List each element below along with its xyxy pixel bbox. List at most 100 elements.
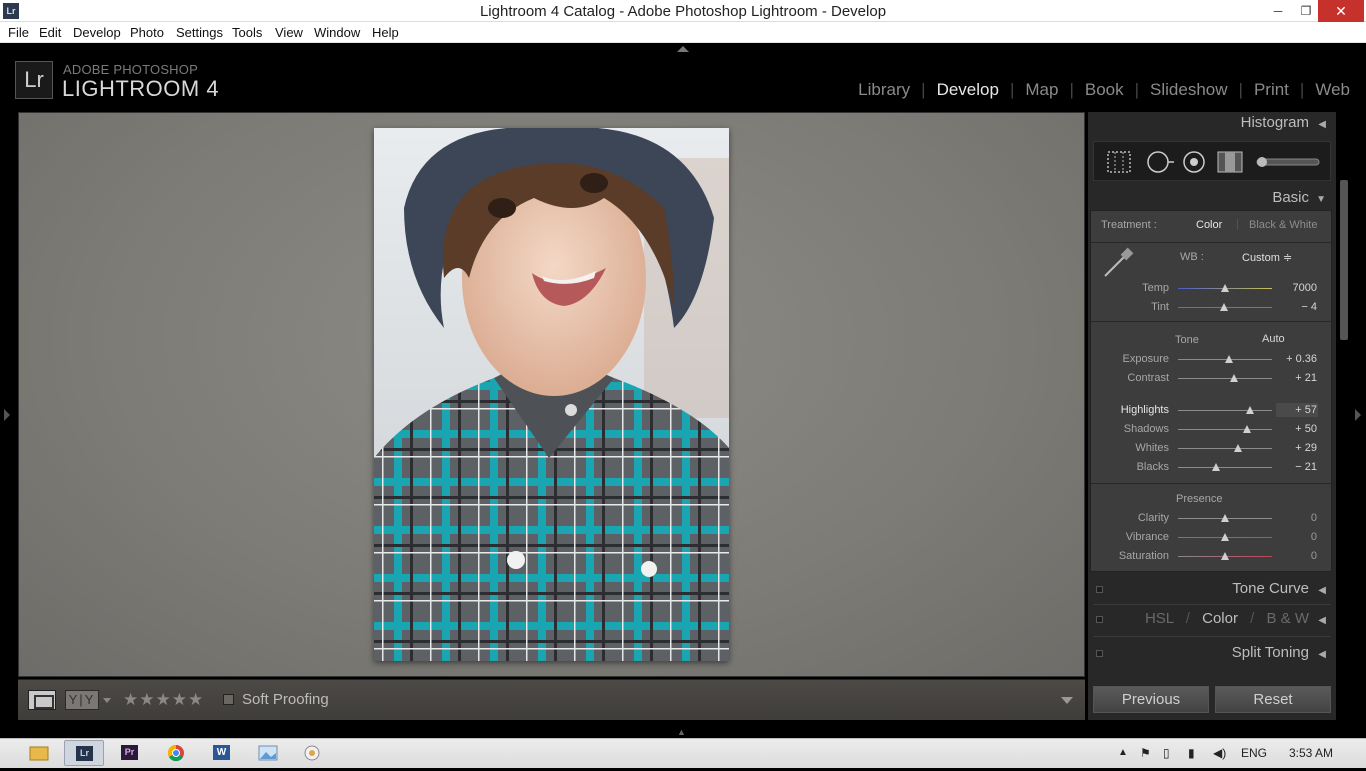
- slider-thumb[interactable]: [1221, 533, 1229, 541]
- expand-filmstrip-icon[interactable]: ▲: [677, 727, 686, 737]
- slider-value-field[interactable]: + 0.36: [1269, 353, 1317, 365]
- module-map[interactable]: Map: [1025, 80, 1058, 100]
- panel-toggle-switch[interactable]: [1096, 616, 1103, 623]
- slider-value-field[interactable]: 7000: [1269, 282, 1317, 294]
- maximize-button[interactable]: ❐: [1292, 0, 1320, 22]
- star-rating[interactable]: ★★★★★: [123, 690, 204, 710]
- menu-view[interactable]: View: [275, 25, 303, 40]
- slider-thumb[interactable]: [1221, 284, 1229, 292]
- slider-thumb[interactable]: [1234, 444, 1242, 452]
- slider-value-field[interactable]: − 21: [1269, 461, 1317, 473]
- expand-left-panel-icon[interactable]: [4, 409, 10, 421]
- right-panel-scrollbar[interactable]: [1340, 180, 1348, 340]
- slider-label: Tint: [1151, 301, 1169, 313]
- menu-edit[interactable]: Edit: [39, 25, 61, 40]
- menu-tools[interactable]: Tools: [232, 25, 262, 40]
- previous-button[interactable]: Previous: [1093, 686, 1209, 713]
- adjustment-brush-icon[interactable]: [1256, 157, 1320, 167]
- panel-hsl-header[interactable]: HSL / Color / B & W ◀: [1093, 610, 1331, 632]
- slider-thumb[interactable]: [1225, 355, 1233, 363]
- slider-value-field[interactable]: + 57: [1269, 404, 1317, 416]
- volume-icon[interactable]: ◀): [1213, 746, 1226, 760]
- spot-removal-icon[interactable]: [1147, 151, 1174, 173]
- slider-thumb[interactable]: [1246, 406, 1254, 414]
- minimize-button[interactable]: ─: [1264, 0, 1292, 22]
- slider-track[interactable]: [1178, 429, 1272, 430]
- slider-value-field[interactable]: + 50: [1269, 423, 1317, 435]
- module-library[interactable]: Library: [858, 80, 910, 100]
- treatment-bw-option[interactable]: Black & White: [1249, 219, 1317, 231]
- toolbar-content-menu-icon[interactable]: [1061, 697, 1073, 704]
- slider-thumb[interactable]: [1221, 514, 1229, 522]
- collapse-top-panel-icon[interactable]: [677, 46, 689, 52]
- panel-tone-curve-header[interactable]: Tone Curve ◀: [1093, 580, 1331, 602]
- wb-preset-select[interactable]: Custom ≑: [1242, 251, 1292, 264]
- slider-track[interactable]: [1178, 448, 1272, 449]
- module-print[interactable]: Print: [1254, 80, 1289, 100]
- menu-window[interactable]: Window: [314, 25, 360, 40]
- chrome-icon[interactable]: [156, 740, 196, 766]
- menu-help[interactable]: Help: [372, 25, 399, 40]
- photo-preview[interactable]: [374, 128, 729, 661]
- treatment-label: Treatment :: [1101, 219, 1157, 231]
- tool-strip-icons: [1107, 151, 1320, 173]
- module-develop[interactable]: Develop: [937, 80, 999, 100]
- control-panel-icon[interactable]: [292, 740, 332, 766]
- slider-thumb[interactable]: [1221, 552, 1229, 560]
- slider-track[interactable]: [1178, 378, 1272, 379]
- slider-thumb[interactable]: [1243, 425, 1251, 433]
- before-after-view-button[interactable]: Y|Y: [65, 690, 99, 710]
- menu-photo[interactable]: Photo: [130, 25, 164, 40]
- chevron-down-icon[interactable]: [103, 698, 111, 703]
- slider-thumb[interactable]: [1230, 374, 1238, 382]
- panel-split-toning-header[interactable]: Split Toning ◀: [1093, 644, 1331, 666]
- word-icon[interactable]: W: [202, 740, 242, 766]
- hsl-tab[interactable]: HSL: [1145, 610, 1174, 627]
- slider-track[interactable]: [1178, 410, 1272, 411]
- premiere-icon[interactable]: Pr: [110, 740, 150, 766]
- red-eye-correction-icon[interactable]: [1183, 151, 1205, 173]
- panel-basic-header[interactable]: Basic ▼: [1093, 189, 1331, 211]
- menu-develop[interactable]: Develop: [73, 25, 121, 40]
- wb-label: WB :: [1180, 251, 1204, 263]
- crop-overlay-icon[interactable]: [1107, 151, 1131, 173]
- color-tab[interactable]: Color: [1202, 610, 1238, 627]
- input-language-indicator[interactable]: ENG: [1241, 746, 1267, 760]
- slider-value-field[interactable]: 0: [1269, 531, 1317, 543]
- loupe-view-button[interactable]: [28, 690, 56, 710]
- show-hidden-icons-button[interactable]: ▲: [1118, 747, 1128, 758]
- white-balance-eyedropper-icon[interactable]: [1101, 246, 1135, 280]
- triangle-left-icon: ◀: [1318, 649, 1326, 660]
- slider-thumb[interactable]: [1212, 463, 1220, 471]
- menu-file[interactable]: File: [8, 25, 29, 40]
- module-slideshow[interactable]: Slideshow: [1150, 80, 1228, 100]
- bw-tab[interactable]: B & W: [1266, 610, 1309, 627]
- module-web[interactable]: Web: [1315, 80, 1350, 100]
- network-icon[interactable]: ▮: [1188, 746, 1195, 760]
- slider-value-field[interactable]: − 4: [1269, 301, 1317, 313]
- slider-value-field[interactable]: + 21: [1269, 372, 1317, 384]
- slider-value-field[interactable]: 0: [1269, 512, 1317, 524]
- clock[interactable]: 3:53 AM: [1289, 746, 1333, 760]
- slider-track[interactable]: [1178, 467, 1272, 468]
- panel-histogram-header[interactable]: Histogram ◀: [1093, 114, 1331, 136]
- treatment-color-option[interactable]: Color: [1196, 219, 1222, 231]
- module-book[interactable]: Book: [1085, 80, 1124, 100]
- menu-settings[interactable]: Settings: [176, 25, 223, 40]
- slider-value-field[interactable]: 0: [1269, 550, 1317, 562]
- graduated-filter-icon[interactable]: [1217, 151, 1243, 173]
- lightroom-taskbar-icon[interactable]: Lr: [64, 740, 104, 766]
- battery-icon[interactable]: ▯: [1163, 746, 1170, 760]
- auto-tone-button[interactable]: Auto: [1262, 333, 1285, 345]
- soft-proofing-checkbox[interactable]: [223, 694, 234, 705]
- image-viewer-icon[interactable]: [248, 740, 288, 766]
- slider-value-field[interactable]: + 29: [1269, 442, 1317, 454]
- collapse-right-panel-icon[interactable]: [1355, 409, 1361, 421]
- close-button[interactable]: ✕: [1318, 0, 1364, 22]
- file-explorer-icon[interactable]: [18, 740, 58, 766]
- panel-toggle-switch[interactable]: [1096, 650, 1103, 657]
- slider-thumb[interactable]: [1220, 303, 1228, 311]
- reset-button[interactable]: Reset: [1215, 686, 1331, 713]
- panel-toggle-switch[interactable]: [1096, 586, 1103, 593]
- action-center-flag-icon[interactable]: ⚑: [1140, 746, 1151, 760]
